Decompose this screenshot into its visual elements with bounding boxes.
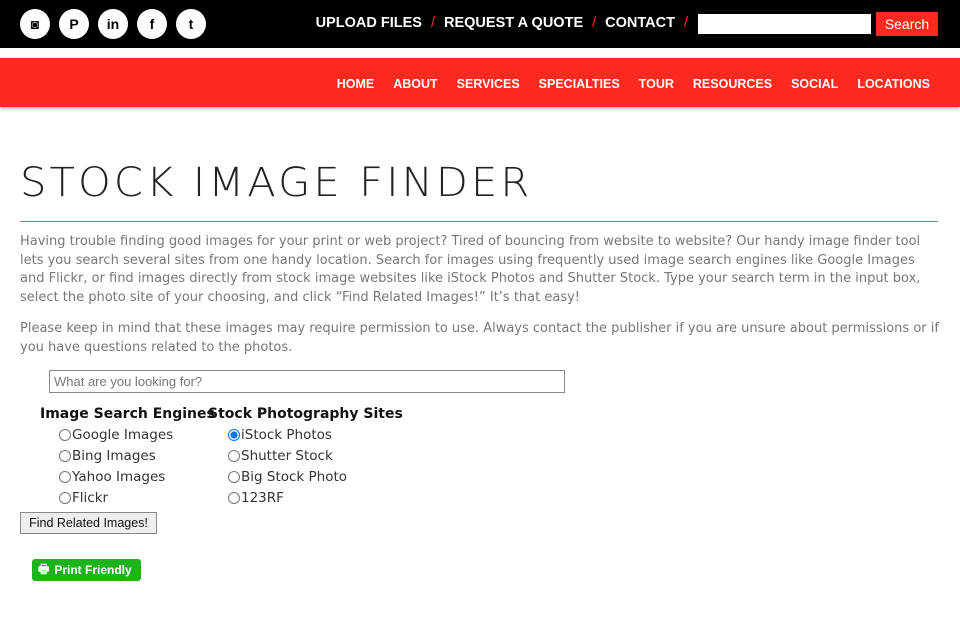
- printer-icon: 🖶: [38, 561, 50, 576]
- separator: /: [683, 15, 688, 31]
- radio[interactable]: [228, 428, 240, 441]
- request-quote-link[interactable]: REQUEST A QUOTE: [444, 15, 583, 31]
- top-links: UPLOAD FILES / REQUEST A QUOTE / CONTACT /: [316, 15, 688, 31]
- radio-bing-images[interactable]: Bing Images: [59, 445, 215, 466]
- radio-label: Flickr: [72, 489, 109, 506]
- radio-label: Yahoo Images: [72, 468, 166, 485]
- radio-label: 123RF: [241, 489, 284, 506]
- radio-label: Shutter Stock: [241, 447, 333, 464]
- radio[interactable]: [228, 470, 240, 483]
- radio-google-images[interactable]: Google Images: [59, 424, 215, 445]
- nav-social[interactable]: SOCIAL: [791, 77, 838, 91]
- nav-services[interactable]: SERVICES: [457, 77, 520, 91]
- radio-label: Bing Images: [72, 447, 156, 464]
- radio-istock-photos[interactable]: iStock Photos: [228, 424, 403, 445]
- radio-big-stock-photo[interactable]: Big Stock Photo: [228, 466, 403, 487]
- nav-locations[interactable]: LOCATIONS: [857, 77, 930, 91]
- divider: [20, 221, 938, 222]
- radio-shutter-stock[interactable]: Shutter Stock: [228, 445, 403, 466]
- social-links: ◙ P in f t: [20, 9, 206, 39]
- contact-link[interactable]: CONTACT: [605, 15, 675, 31]
- pinterest-icon[interactable]: P: [59, 9, 89, 39]
- site-search-input[interactable]: [698, 14, 871, 34]
- engines-heading: Image Search Engines: [40, 406, 215, 422]
- page-title: STOCK IMAGE FINDER: [20, 160, 533, 206]
- print-friendly-label: Print Friendly: [54, 563, 132, 577]
- stock-sites-group: Stock Photography Sites iStock Photos Sh…: [208, 406, 403, 508]
- top-bar: ◙ P in f t UPLOAD FILES / REQUEST A QUOTE…: [0, 0, 960, 48]
- radio-123rf[interactable]: 123RF: [228, 487, 403, 508]
- radio[interactable]: [59, 428, 71, 441]
- radio[interactable]: [228, 491, 240, 504]
- linkedin-icon[interactable]: in: [98, 9, 128, 39]
- radio-yahoo-images[interactable]: Yahoo Images: [59, 466, 215, 487]
- separator: /: [430, 15, 436, 31]
- twitter-icon[interactable]: t: [176, 9, 206, 39]
- separator: /: [592, 15, 597, 31]
- intro-paragraph: Having trouble finding good images for y…: [20, 234, 921, 305]
- radio-flickr[interactable]: Flickr: [59, 487, 215, 508]
- nav-specialties[interactable]: SPECIALTIES: [539, 77, 620, 91]
- main-nav: HOME ABOUT SERVICES SPECIALTIES TOUR RES…: [337, 77, 930, 91]
- note-paragraph: Please keep in mind that these images ma…: [20, 321, 939, 355]
- radio[interactable]: [228, 449, 240, 462]
- radio-label: Google Images: [72, 426, 174, 443]
- site-search-button[interactable]: Search: [876, 12, 938, 36]
- search-engines-group: Image Search Engines Google Images Bing …: [40, 406, 215, 508]
- radio[interactable]: [59, 491, 71, 504]
- upload-files-link[interactable]: UPLOAD FILES: [316, 15, 422, 31]
- stock-heading: Stock Photography Sites: [208, 406, 403, 422]
- radio-label: iStock Photos: [241, 426, 332, 443]
- radio-label: Big Stock Photo: [241, 468, 348, 485]
- nav-tour[interactable]: TOUR: [639, 77, 674, 91]
- image-search-input[interactable]: [49, 370, 565, 393]
- nav-home[interactable]: HOME: [337, 77, 375, 91]
- radio[interactable]: [59, 470, 71, 483]
- nav-resources[interactable]: RESOURCES: [693, 77, 772, 91]
- nav-about[interactable]: ABOUT: [393, 77, 437, 91]
- find-related-images-button[interactable]: Find Related Images!: [20, 512, 157, 534]
- print-friendly-button[interactable]: 🖶 Print Friendly: [32, 559, 141, 581]
- main-nav-bar: HOME ABOUT SERVICES SPECIALTIES TOUR RES…: [0, 58, 960, 107]
- radio[interactable]: [59, 449, 71, 462]
- facebook-icon[interactable]: f: [137, 9, 167, 39]
- instagram-icon[interactable]: ◙: [20, 9, 50, 39]
